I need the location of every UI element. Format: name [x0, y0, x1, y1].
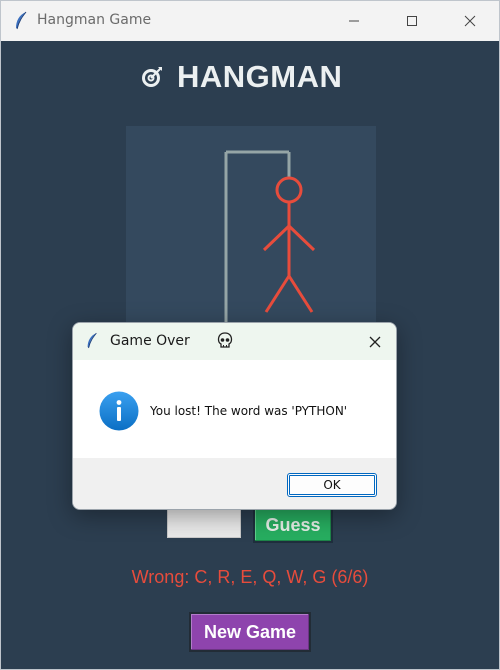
feather-icon [13, 11, 29, 31]
gallows [224, 150, 291, 326]
maximize-button[interactable] [389, 1, 435, 41]
dialog-title-bar[interactable]: Game Over [73, 323, 396, 360]
close-button[interactable] [447, 1, 493, 41]
game-over-dialog: Game Over You lost! The word was 'PYTHON… [72, 322, 397, 510]
dialog-message: You lost! The word was 'PYTHON' [150, 404, 348, 418]
ok-button[interactable]: OK [287, 473, 377, 497]
maximize-icon [407, 16, 417, 26]
hangman-canvas [126, 126, 376, 326]
dialog-body: You lost! The word was 'PYTHON' [73, 360, 396, 458]
target-icon [141, 66, 163, 88]
page-title: HANGMAN [141, 57, 381, 97]
feather-icon [85, 332, 99, 350]
guess-button[interactable]: Guess [253, 507, 333, 543]
title-bar[interactable]: Hangman Game [1, 1, 499, 41]
skull-icon [217, 332, 233, 350]
close-icon [464, 15, 476, 27]
minimize-icon [349, 20, 359, 22]
dialog-title: Game Over [110, 333, 190, 349]
guess-input[interactable] [167, 506, 241, 538]
new-game-button[interactable]: New Game [189, 612, 311, 652]
heading-text: HANGMAN [177, 59, 343, 94]
close-icon [369, 336, 381, 348]
window-title: Hangman Game [37, 12, 152, 28]
hangman-figure [262, 176, 316, 313]
dialog-footer: OK [73, 458, 396, 509]
wrong-guesses-text: Wrong: C, R, E, Q, W, G (6/6) [131, 567, 369, 587]
minimize-button[interactable] [331, 1, 377, 41]
dialog-close-button[interactable] [363, 331, 387, 353]
info-icon [99, 391, 139, 431]
